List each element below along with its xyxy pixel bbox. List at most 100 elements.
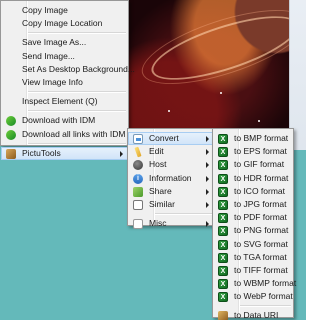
menu-item-set-desktop-background[interactable]: Set As Desktop Background... (1, 63, 135, 76)
submenu-arrow-icon (206, 149, 209, 156)
similar-icon (133, 199, 143, 210)
menu-item-to-png[interactable]: X to PNG format (213, 224, 293, 237)
menu-item-share[interactable]: Share (128, 185, 214, 198)
menu-item-label: Copy Image (22, 5, 68, 15)
submenu-arrow-icon (206, 175, 209, 182)
convert-x-icon: X (218, 279, 228, 290)
pictutools-icon (6, 148, 16, 159)
menu-item-label: to JPG format (234, 198, 287, 209)
share-icon (133, 186, 143, 197)
menu-item-label: to WBMP format (234, 278, 297, 289)
menu-item-to-wbmp[interactable]: X to WBMP format (213, 277, 297, 290)
menu-item-label: to GIF format (234, 159, 285, 170)
menu-item-to-eps[interactable]: X to EPS format (213, 145, 293, 158)
menu-item-to-webp[interactable]: X to WebP format (213, 290, 293, 303)
menu-separator (155, 213, 212, 216)
edit-pencil-icon (134, 146, 142, 158)
menu-item-label: to TGA format (234, 251, 287, 262)
menu-separator (240, 305, 291, 308)
menu-item-label: Set As Desktop Background... (22, 63, 135, 74)
menu-separator (28, 91, 126, 94)
menu-item-pictutools[interactable]: PictuTools (1, 146, 128, 160)
menu-item-to-jpg[interactable]: X to JPG format (213, 198, 293, 211)
menu-item-download-with-idm[interactable]: Download with IDM (1, 114, 128, 127)
menu-item-to-pdf[interactable]: X to PDF format (213, 211, 293, 224)
menu-item-label: Download with IDM (22, 115, 96, 126)
menu-separator (28, 110, 126, 113)
convert-x-icon: X (218, 173, 228, 184)
menu-item-label: Edit (149, 146, 164, 157)
submenu-arrow-icon (206, 162, 209, 169)
menu-item-to-ico[interactable]: X to ICO format (213, 185, 293, 198)
menu-item-label: Save Image As... (22, 37, 87, 48)
convert-x-icon: X (218, 199, 228, 210)
convert-x-icon: X (218, 160, 228, 171)
menu-item-inspect-element[interactable]: Inspect Element (Q) (1, 95, 128, 108)
menu-item-to-tiff[interactable]: X to TIFF format (213, 264, 293, 277)
convert-x-icon: X (218, 265, 228, 276)
menu-item-information[interactable]: i Information (128, 172, 214, 185)
submenu-arrow-icon (206, 188, 209, 195)
menu-item-label: Copy Image Location (22, 18, 103, 29)
menu-separator (28, 32, 126, 35)
menu-item-to-data-uri[interactable]: to Data URI (213, 309, 293, 320)
desktop: Copy Image Copy Image Location Save Imag… (0, 0, 306, 320)
menu-item-view-image-info[interactable]: View Image Info (1, 76, 128, 89)
menu-item-label: to TIFF format (234, 264, 288, 275)
menu-item-label: Inspect Element (Q) (22, 96, 98, 107)
menu-item-copy-image-location[interactable]: Copy Image Location (1, 17, 128, 30)
menu-item-copy-image[interactable]: Copy Image (1, 4, 128, 17)
menu-item-label: Misc (149, 218, 167, 229)
menu-item-send-image[interactable]: Send Image... (1, 50, 128, 63)
menu-item-label: Share (149, 185, 172, 196)
menu-item-to-hdr[interactable]: X to HDR format (213, 172, 293, 185)
info-icon: i (133, 173, 143, 184)
menu-item-label: Download all links with IDM (22, 128, 126, 139)
menu-item-label: Convert (149, 133, 179, 143)
submenu-arrow-icon (206, 221, 209, 228)
menu-item-label: to Data URI (234, 310, 279, 320)
menu-item-edit[interactable]: Edit (128, 145, 214, 158)
menu-item-label: to SVG format (234, 238, 288, 249)
convert-x-icon: X (218, 213, 228, 224)
submenu-arrow-icon (120, 150, 123, 157)
context-menu: Copy Image Copy Image Location Save Imag… (0, 0, 135, 160)
convert-x-icon: X (218, 134, 228, 144)
submenu-arrow-icon (206, 136, 209, 142)
idm-icon (6, 116, 16, 127)
menu-item-label: Host (149, 159, 167, 170)
host-icon (133, 160, 143, 171)
menu-item-label: to PDF format (234, 212, 287, 223)
menu-item-download-all-links-idm[interactable]: Download all links with IDM (1, 128, 128, 141)
menu-item-convert[interactable]: Convert (128, 132, 214, 146)
convert-x-icon: X (218, 226, 228, 237)
convert-x-icon: X (218, 147, 228, 158)
menu-item-label: to PNG format (234, 225, 289, 236)
menu-item-host[interactable]: Host (128, 158, 214, 171)
convert-x-icon: X (218, 252, 228, 263)
pictutools-submenu: Convert Edit Host i Information Share Si… (127, 128, 215, 230)
menu-item-save-image-as[interactable]: Save Image As... (1, 36, 128, 49)
menu-item-label: Send Image... (22, 50, 75, 61)
menu-item-label: to EPS format (234, 146, 287, 157)
menu-item-label: PictuTools (22, 147, 61, 158)
menu-item-label: to ICO format (234, 185, 286, 196)
menu-separator (28, 142, 126, 145)
menu-item-label: Information (149, 172, 192, 183)
menu-item-to-tga[interactable]: X to TGA format (213, 251, 293, 264)
idm-icon (6, 129, 16, 140)
star (168, 110, 170, 112)
convert-x-icon: X (218, 186, 228, 197)
convert-x-icon: X (218, 292, 228, 303)
menu-item-label: Similar (149, 198, 175, 209)
menu-item-to-bmp[interactable]: X to BMP format (213, 132, 293, 145)
convert-x-icon: X (218, 239, 228, 250)
menu-item-to-svg[interactable]: X to SVG format (213, 238, 293, 251)
convert-submenu: X to BMP format X to EPS format X to GIF… (212, 128, 297, 320)
data-uri-icon (218, 311, 228, 320)
web-page-image[interactable] (128, 0, 306, 148)
menu-item-similar[interactable]: Similar (128, 198, 214, 211)
menu-item-misc[interactable]: Misc (128, 217, 214, 230)
menu-item-to-gif[interactable]: X to GIF format (213, 158, 293, 171)
misc-icon (133, 219, 143, 230)
